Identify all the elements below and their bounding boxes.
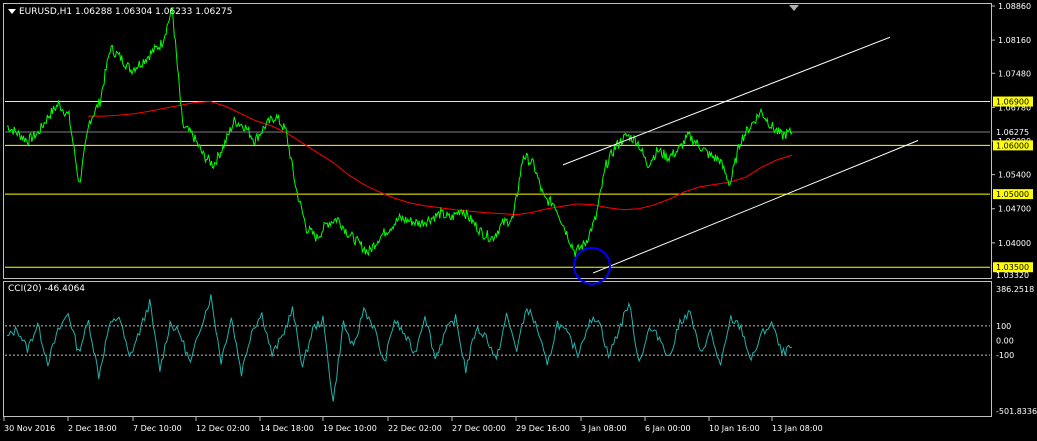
x-tick-label: 6 Jan 00:00 [645, 424, 691, 433]
x-tick-label: 10 Jan 16:00 [709, 424, 760, 433]
cci-tick-label: 100 [996, 322, 1011, 331]
x-tick-label: 29 Dec 16:00 [516, 424, 570, 433]
chart-shift-marker-icon[interactable] [789, 5, 799, 11]
cci-indicator-label: CCI(20) -46.4064 [8, 284, 86, 294]
collapse-triangle-icon[interactable] [8, 9, 16, 14]
x-tick-label: 14 Dec 18:00 [260, 424, 314, 433]
x-tick-label: 30 Nov 2016 [4, 424, 55, 433]
price-tick-label: 1.04700 [998, 205, 1031, 214]
price-tick-label: 1.05400 [998, 171, 1031, 180]
price-tick-label: 1.04000 [998, 239, 1031, 248]
chart-canvas[interactable]: 1.088601.081601.074801.067801.060901.054… [0, 0, 1037, 441]
x-tick-label: 7 Dec 10:00 [133, 424, 182, 433]
x-tick-label: 19 Dec 10:00 [323, 424, 377, 433]
chart-window[interactable]: 1.088601.081601.074801.067801.060901.054… [0, 0, 1037, 441]
cci-tick-label: 386.2518 [996, 285, 1034, 294]
x-tick-label: 12 Dec 02:00 [196, 424, 250, 433]
level-label: 1.05000 [996, 190, 1029, 199]
price-tick-label: 1.07480 [998, 69, 1031, 78]
symbol-header: EURUSD,H1 1.06288 1.06304 1.06233 1.0627… [8, 7, 232, 17]
current-price-label: 1.06275 [996, 128, 1029, 137]
cci-tick-label: -100 [996, 351, 1014, 360]
bottom-price-label: 1.03320 [996, 271, 1029, 280]
price-tick-label: 1.08160 [998, 36, 1031, 45]
x-tick-label: 3 Jan 08:00 [581, 424, 627, 433]
x-tick-label: 27 Dec 00:00 [452, 424, 506, 433]
cci-tick-label: 0.00 [996, 337, 1014, 346]
x-tick-label: 13 Jan 08:00 [772, 424, 823, 433]
level-label: 1.06900 [996, 98, 1029, 107]
symbol-header-text: EURUSD,H1 1.06288 1.06304 1.06233 1.0627… [19, 7, 233, 17]
x-tick-label: 22 Dec 02:00 [388, 424, 442, 433]
price-tick-label: 1.08860 [998, 2, 1031, 11]
cci-tick-label: -501.8336 [996, 407, 1037, 416]
level-label: 1.06000 [996, 141, 1029, 150]
x-tick-label: 2 Dec 18:00 [68, 424, 117, 433]
